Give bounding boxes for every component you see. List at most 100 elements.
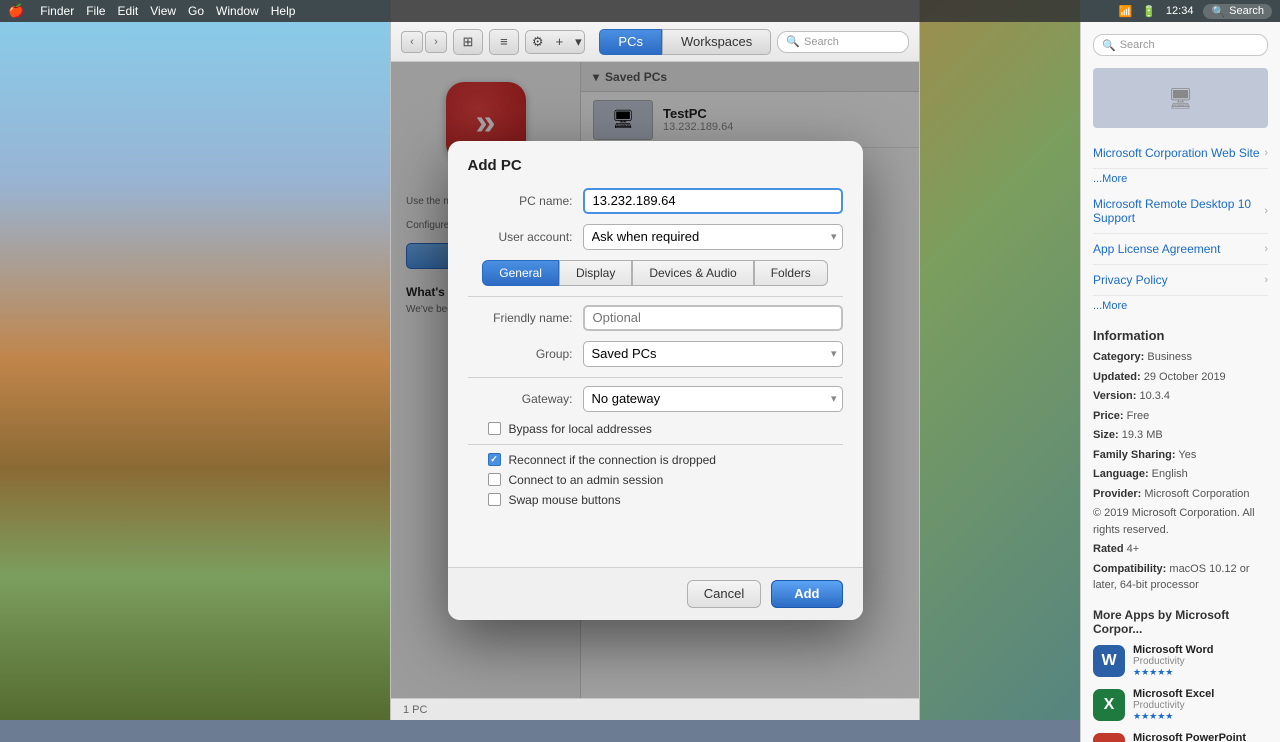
app-screenshot: 🖥 — [1093, 68, 1268, 128]
link-privacy[interactable]: Privacy Policy › — [1093, 265, 1268, 296]
dialog-divider-3 — [468, 444, 843, 445]
right-search-icon: 🔍 — [1102, 39, 1116, 52]
chevron-icon-4: › — [1264, 274, 1268, 286]
wifi-icon[interactable]: 📶 — [1119, 5, 1133, 18]
info-language: Language: English — [1093, 466, 1268, 483]
dialog-tab-general[interactable]: General — [482, 260, 559, 286]
info-rated: Rated 4+ — [1093, 541, 1268, 558]
app-status-bar: 1 PC — [391, 698, 919, 720]
tab-workspaces[interactable]: Workspaces — [662, 29, 771, 55]
mini-app-ppt[interactable]: P Microsoft PowerPoint Productivity ★★★★… — [1093, 732, 1268, 742]
dialog-tab-folders[interactable]: Folders — [754, 260, 828, 286]
menubar-file[interactable]: File — [86, 4, 105, 18]
menubar-edit[interactable]: Edit — [118, 4, 139, 18]
pc-name-input[interactable] — [583, 188, 843, 214]
menubar: 🍎 Finder File Edit View Go Window Help 📶… — [0, 0, 1280, 22]
bypass-row[interactable]: Bypass for local addresses — [488, 422, 843, 436]
nav-buttons: ‹ › — [401, 31, 447, 53]
ppt-icon: P — [1093, 733, 1125, 742]
right-info-panel: 🔍 Search 🖥 Microsoft Corporation Web Sit… — [1080, 22, 1280, 742]
group-select[interactable]: Saved PCs — [583, 341, 843, 367]
toolbar-search-icon: 🔍 — [786, 35, 800, 48]
chevron-icon-1: › — [1264, 147, 1268, 159]
info-category: Category: Business — [1093, 349, 1268, 366]
reconnect-row[interactable]: Reconnect if the connection is dropped — [488, 453, 843, 467]
menubar-time: 12:34 — [1166, 5, 1194, 17]
information-title: Information — [1093, 328, 1268, 343]
more-link-2[interactable]: ...More — [1093, 296, 1268, 316]
menubar-finder[interactable]: Finder — [40, 4, 74, 18]
add-button[interactable]: + — [550, 31, 570, 52]
gear-add-button-group: ⚙ + ▾ — [525, 30, 586, 54]
gateway-row: Gateway: No gateway ▾ — [468, 386, 843, 412]
ppt-name: Microsoft PowerPoint — [1133, 732, 1268, 742]
menubar-go[interactable]: Go — [188, 4, 204, 18]
menubar-view[interactable]: View — [150, 4, 176, 18]
add-button[interactable]: Add — [771, 580, 842, 608]
more-link-1[interactable]: ...More — [1093, 169, 1268, 189]
add-pc-dialog: Add PC PC name: User account: Ask when r… — [448, 141, 863, 620]
info-size: Size: 19.3 MB — [1093, 427, 1268, 444]
info-updated: Updated: 29 October 2019 — [1093, 369, 1268, 386]
gateway-label: Gateway: — [468, 392, 573, 406]
gateway-select[interactable]: No gateway — [583, 386, 843, 412]
word-stars: ★★★★★ — [1133, 667, 1268, 678]
friendly-name-input[interactable] — [583, 305, 843, 331]
modal-overlay: Add PC PC name: User account: Ask when r… — [391, 62, 919, 698]
admin-session-row[interactable]: Connect to an admin session — [488, 473, 843, 487]
word-info: Microsoft Word Productivity ★★★★★ — [1133, 644, 1268, 678]
reconnect-label: Reconnect if the connection is dropped — [509, 453, 716, 467]
swap-mouse-label: Swap mouse buttons — [509, 493, 621, 507]
main-tab-group: PCs Workspaces — [599, 29, 771, 55]
reconnect-checkbox[interactable] — [488, 453, 501, 466]
chevron-icon-2: › — [1264, 205, 1268, 217]
tab-pcs[interactable]: PCs — [599, 29, 662, 55]
group-label: Group: — [468, 347, 573, 361]
menubar-help[interactable]: Help — [271, 4, 296, 18]
info-copyright: © 2019 Microsoft Corporation. All rights… — [1093, 505, 1268, 538]
dialog-spacer — [468, 513, 843, 553]
gear-button[interactable]: ⚙ — [526, 31, 550, 53]
excel-category: Productivity — [1133, 700, 1268, 711]
excel-info: Microsoft Excel Productivity ★★★★★ — [1133, 688, 1268, 722]
admin-session-checkbox[interactable] — [488, 473, 501, 486]
dialog-tab-display[interactable]: Display — [559, 260, 632, 286]
menubar-window[interactable]: Window — [216, 4, 259, 18]
nav-forward-button[interactable]: › — [425, 31, 447, 53]
user-account-label: User account: — [468, 230, 573, 244]
menubar-search-label[interactable]: Search — [1229, 5, 1264, 17]
nav-back-button[interactable]: ‹ — [401, 31, 423, 53]
add-dropdown-arrow[interactable]: ▾ — [569, 31, 585, 53]
mini-app-excel[interactable]: X Microsoft Excel Productivity ★★★★★ — [1093, 688, 1268, 722]
swap-mouse-row[interactable]: Swap mouse buttons — [488, 493, 843, 507]
more-apps-title: More Apps by Microsoft Corpor... — [1093, 608, 1268, 636]
dialog-title: Add PC — [448, 141, 863, 174]
cancel-button[interactable]: Cancel — [687, 580, 761, 608]
link-support[interactable]: Microsoft Remote Desktop 10 Support › — [1093, 189, 1268, 234]
right-search-bar[interactable]: 🔍 Search — [1093, 34, 1268, 56]
dialog-tab-devices-audio[interactable]: Devices & Audio — [632, 260, 753, 286]
link-website[interactable]: Microsoft Corporation Web Site › — [1093, 138, 1268, 169]
info-provider: Provider: Microsoft Corporation — [1093, 486, 1268, 503]
swap-mouse-checkbox[interactable] — [488, 493, 501, 506]
gateway-select-wrap: No gateway ▾ — [583, 386, 843, 412]
dialog-divider-1 — [468, 296, 843, 297]
toolbar-search-bar[interactable]: 🔍 Search — [777, 31, 909, 53]
app-toolbar: ‹ › ⊞ ≡ ⚙ + ▾ PCs Workspaces 🔍 Search — [391, 22, 919, 62]
mini-app-word[interactable]: W Microsoft Word Productivity ★★★★★ — [1093, 644, 1268, 678]
bypass-checkbox[interactable] — [488, 422, 501, 435]
battery-icon[interactable]: 🔋 — [1142, 5, 1156, 18]
group-row: Group: Saved PCs ▾ — [468, 341, 843, 367]
link-privacy-text: Privacy Policy — [1093, 273, 1168, 287]
mountain-bg — [0, 0, 390, 720]
user-account-select[interactable]: Ask when required — [583, 224, 843, 250]
list-view-button[interactable]: ≡ — [489, 29, 519, 55]
link-license[interactable]: App License Agreement › — [1093, 234, 1268, 265]
info-version: Version: 10.3.4 — [1093, 388, 1268, 405]
apple-menu-icon[interactable]: 🍎 — [8, 3, 24, 19]
friendly-name-row: Friendly name: — [468, 305, 843, 331]
info-price: Price: Free — [1093, 408, 1268, 425]
grid-view-button[interactable]: ⊞ — [453, 29, 483, 55]
menubar-search-icon: 🔍 — [1211, 5, 1225, 18]
dialog-divider-2 — [468, 377, 843, 378]
